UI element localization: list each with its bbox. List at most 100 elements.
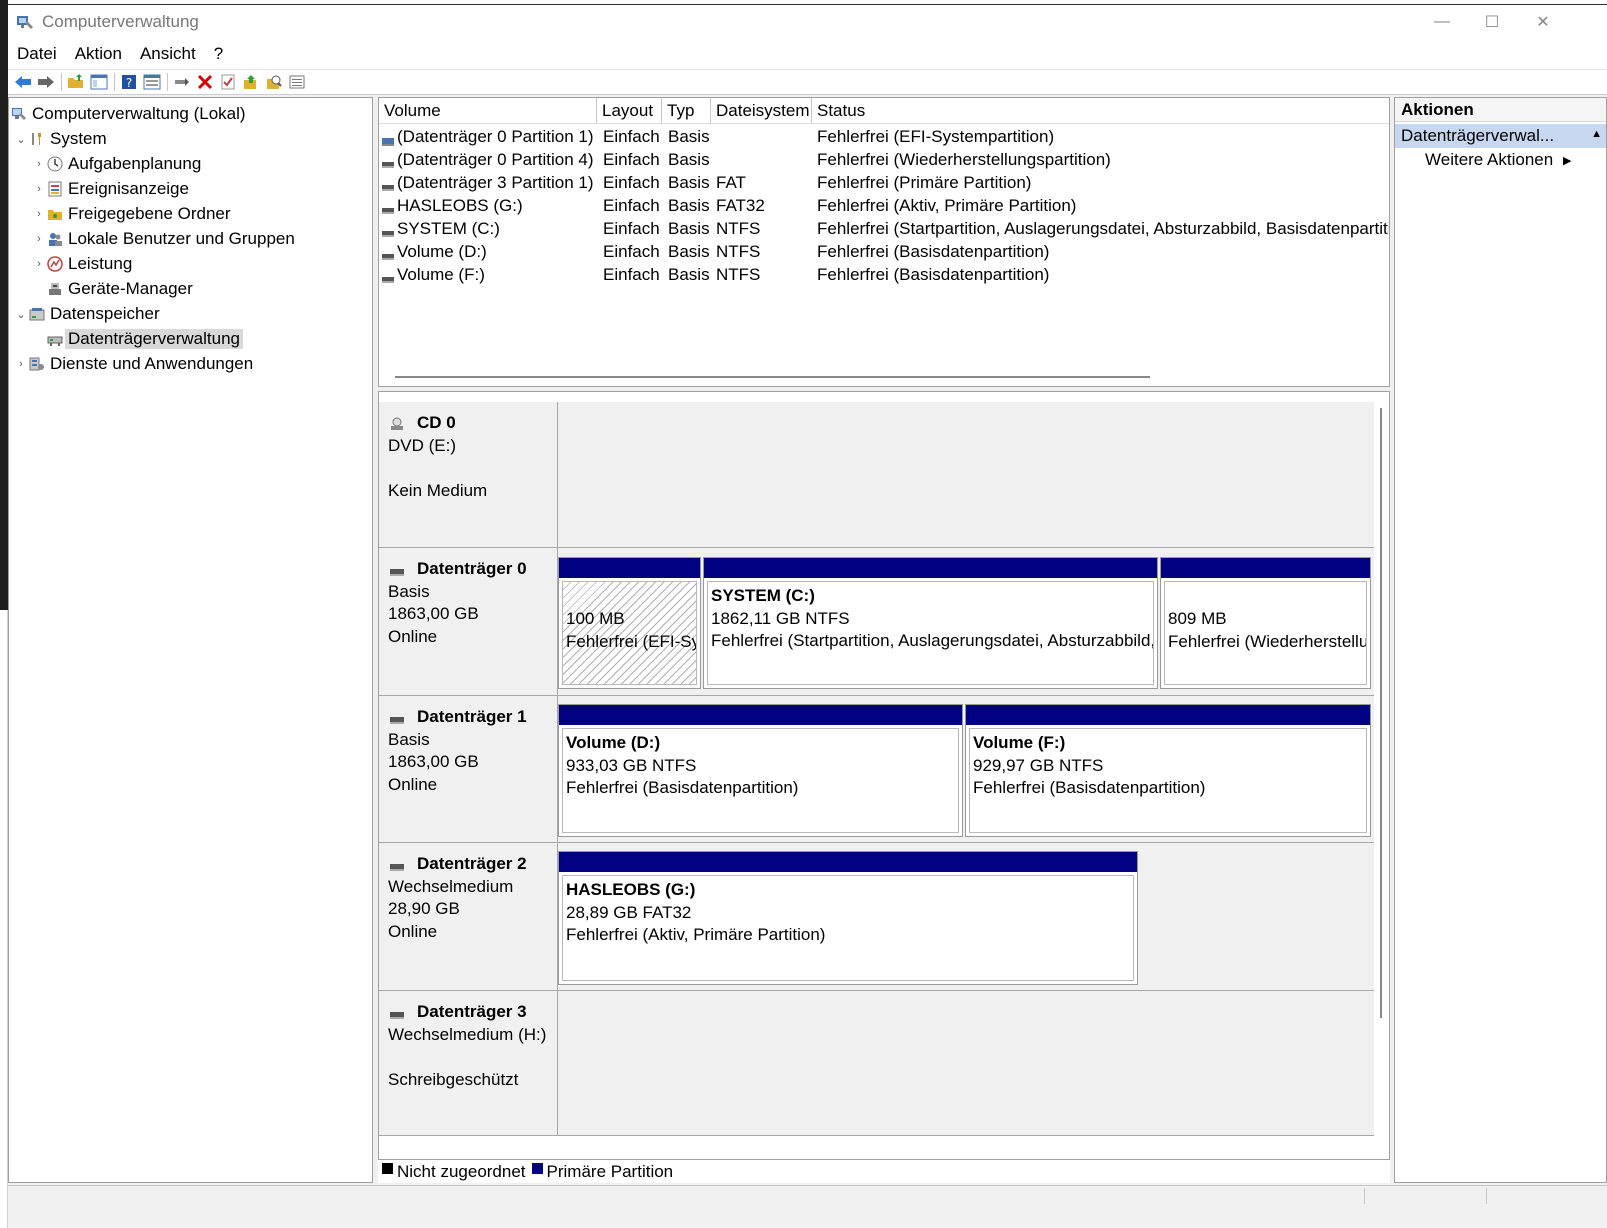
chevron-right-icon[interactable]: ›	[31, 233, 47, 245]
volume-icon	[382, 200, 394, 214]
partition-content: HASLEOBS (G:) 28,89 GB FAT32 Fehlerfrei …	[562, 875, 1134, 981]
disk-line1: DVD (E:)	[388, 435, 456, 455]
table-row[interactable]: Volume (D:) Einfach Basis NTFS Fehlerfre…	[379, 240, 1389, 263]
cell-volume: HASLEOBS (G:)	[397, 196, 523, 215]
computer-management-window: Computerverwaltung — ☐ ✕ Datei Aktion An…	[8, 4, 1607, 1228]
partition-hasleobs-g[interactable]: HASLEOBS (G:) 28,89 GB FAT32 Fehlerfrei …	[558, 851, 1138, 985]
volume-icon	[382, 223, 394, 237]
toolbar-separator	[61, 73, 62, 91]
chevron-right-icon[interactable]: ›	[31, 183, 47, 195]
export-icon[interactable]	[240, 71, 262, 93]
help-icon[interactable]: ?	[118, 71, 140, 93]
disk-name: Datenträger 0	[417, 559, 527, 578]
partition-status: Fehlerfrei (Basisdatenpartition)	[973, 778, 1206, 797]
partition-status: Fehlerfrei (Startpartition, Auslagerungs…	[711, 631, 1154, 650]
chevron-right-icon[interactable]: ›	[31, 258, 47, 270]
cell-typ: Basis	[668, 173, 710, 192]
partition-efi[interactable]: 100 MB Fehlerfrei (EFI-Systempartition)	[558, 557, 701, 689]
cell-volume: SYSTEM (C:)	[397, 219, 500, 238]
tree-item-label: Computerverwaltung (Lokal)	[32, 104, 246, 123]
horizontal-scrollbar[interactable]	[395, 376, 1150, 378]
disk-line3: Schreibgeschützt	[388, 1069, 519, 1089]
table-row[interactable]: (Datenträger 0 Partition 1) Einfach Basi…	[379, 125, 1389, 148]
actions-section-datentraegerverwaltung[interactable]: Datenträgerverwal... ▲	[1395, 124, 1606, 148]
maximize-button[interactable]: ☐	[1467, 5, 1517, 39]
chevron-right-icon[interactable]: ›	[31, 208, 47, 220]
properties-view-icon[interactable]	[141, 71, 163, 93]
partition-name: HASLEOBS (G:)	[566, 880, 696, 899]
partition-content: 100 MB Fehlerfrei (EFI-Systempartition)	[562, 581, 697, 685]
partition-volume-f[interactable]: Volume (F:) 929,97 GB NTFS Fehlerfrei (B…	[965, 704, 1371, 837]
vertical-scrollbar[interactable]	[1380, 408, 1382, 1018]
cell-dateisystem: NTFS	[716, 265, 761, 284]
users-icon	[47, 231, 63, 247]
table-row[interactable]: Volume (F:) Einfach Basis NTFS Fehlerfre…	[379, 263, 1389, 286]
tree-item-datentraegerverwaltung[interactable]: Datenträgerverwaltung	[47, 327, 243, 351]
column-header-layout[interactable]: Layout	[597, 98, 662, 124]
table-row[interactable]: HASLEOBS (G:) Einfach Basis FAT32 Fehler…	[379, 194, 1389, 217]
up-folder-icon[interactable]	[65, 71, 87, 93]
tree-item-datenspeicher[interactable]: ⌄ Datenspeicher	[13, 302, 159, 326]
action-weitere-aktionen[interactable]: Weitere Aktionen ▶	[1425, 148, 1571, 172]
tree-item-computerverwaltung[interactable]: Computerverwaltung (Lokal)	[11, 102, 246, 126]
disk-row-disk1: Datenträger 1 Basis 1863,00 GB Online Vo…	[379, 696, 1374, 843]
disk-row-disk2: Datenträger 2 Wechselmedium 28,90 GB Onl…	[379, 843, 1374, 991]
tree-item-freigegebene-ordner[interactable]: › Freigegebene Ordner	[31, 202, 230, 226]
show-hide-tree-icon[interactable]	[88, 71, 110, 93]
menu-datei[interactable]: Datei	[17, 44, 57, 64]
tree-item-geraete-manager[interactable]: Geräte-Manager	[47, 277, 193, 301]
partition-volume-d[interactable]: Volume (D:) 933,03 GB NTFS Fehlerfrei (B…	[558, 704, 963, 837]
tree-item-aufgabenplanung[interactable]: › Aufgabenplanung	[31, 152, 201, 176]
list-view-icon[interactable]	[286, 71, 308, 93]
partition-recovery[interactable]: 809 MB Fehlerfrei (Wiederherstellungspar…	[1160, 557, 1371, 689]
column-header-volume[interactable]: Volume	[379, 98, 597, 124]
removable-drive-icon	[390, 1004, 404, 1019]
tree-item-leistung[interactable]: › Leistung	[31, 252, 132, 276]
primary-partition-bar	[1161, 558, 1370, 578]
delete-icon[interactable]	[194, 71, 216, 93]
menu-ansicht[interactable]: Ansicht	[140, 44, 196, 64]
menu-help[interactable]: ?	[214, 44, 223, 64]
disk-info[interactable]: CD 0 DVD (E:) Kein Medium	[379, 402, 558, 547]
table-row[interactable]: SYSTEM (C:) Einfach Basis NTFS Fehlerfre…	[379, 217, 1389, 240]
volume-icon	[382, 177, 394, 191]
partition-system-c[interactable]: SYSTEM (C:) 1862,11 GB NTFS Fehlerfrei (…	[703, 557, 1158, 689]
table-row[interactable]: (Datenträger 3 Partition 1) Einfach Basi…	[379, 171, 1389, 194]
tree-item-ereignisanzeige[interactable]: › Ereignisanzeige	[31, 177, 189, 201]
disk-info[interactable]: Datenträger 0 Basis 1863,00 GB Online	[379, 548, 558, 695]
disk-info[interactable]: Datenträger 1 Basis 1863,00 GB Online	[379, 696, 558, 842]
volume-list: Volume Layout Typ Dateisystem Status (Da…	[378, 97, 1390, 387]
column-header-status[interactable]: Status	[812, 98, 1389, 124]
forward-arrow-icon[interactable]	[35, 71, 57, 93]
toolbar-separator	[167, 73, 168, 91]
chevron-right-icon[interactable]: ›	[13, 358, 29, 370]
partition-size: 809 MB	[1168, 609, 1227, 628]
toolbar-separator	[114, 73, 115, 91]
collapse-up-icon[interactable]: ▲	[1591, 128, 1602, 140]
back-arrow-icon[interactable]	[12, 71, 34, 93]
close-button[interactable]: ✕	[1518, 5, 1568, 39]
column-header-typ[interactable]: Typ	[662, 98, 711, 124]
minimize-button[interactable]: —	[1417, 5, 1467, 39]
search-icon[interactable]	[263, 71, 285, 93]
disk-info[interactable]: Datenträger 2 Wechselmedium 28,90 GB Onl…	[379, 843, 558, 990]
removable-drive-icon	[390, 856, 404, 871]
action-label: Weitere Aktionen	[1425, 150, 1554, 169]
connect-icon[interactable]	[171, 71, 193, 93]
chevron-down-icon[interactable]: ⌄	[13, 308, 29, 321]
navigation-tree: Computerverwaltung (Lokal) ⌄ System › Au…	[8, 97, 373, 1183]
tree-item-lokale-benutzer[interactable]: › Lokale Benutzer und Gruppen	[31, 227, 295, 251]
menu-aktion[interactable]: Aktion	[75, 44, 122, 64]
disk-line1: Wechselmedium	[388, 876, 514, 896]
check-icon[interactable]	[217, 71, 239, 93]
chevron-right-icon[interactable]: ›	[31, 158, 47, 170]
chevron-down-icon[interactable]: ⌄	[13, 133, 29, 146]
column-header-dateisystem[interactable]: Dateisystem	[711, 98, 812, 124]
center-pane: Volume Layout Typ Dateisystem Status (Da…	[378, 97, 1390, 1183]
table-row[interactable]: (Datenträger 0 Partition 4) Einfach Basi…	[379, 148, 1389, 171]
disk-row-disk0: Datenträger 0 Basis 1863,00 GB Online 10…	[379, 548, 1374, 696]
tree-item-system[interactable]: ⌄ System	[13, 127, 106, 151]
tree-item-label: Leistung	[68, 254, 133, 273]
tree-item-dienste-und-anwendungen[interactable]: › Dienste und Anwendungen	[13, 352, 253, 376]
disk-info[interactable]: Datenträger 3 Wechselmedium (H:) Schreib…	[379, 991, 558, 1135]
